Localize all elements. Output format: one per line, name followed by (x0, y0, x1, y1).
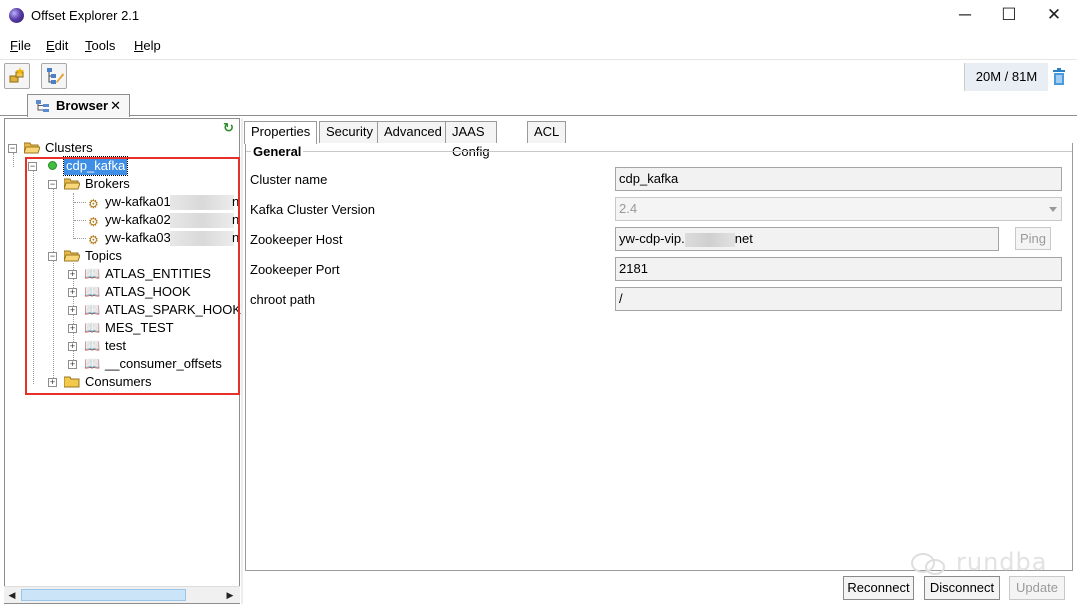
group-title-general: General (251, 144, 304, 159)
tree-edit-icon (47, 68, 64, 84)
wechat-watermark-icon (911, 553, 945, 575)
add-cluster-icon (9, 67, 24, 83)
edit-cluster-button[interactable] (41, 63, 67, 89)
memory-indicator: 20M / 81M (964, 63, 1048, 91)
tree-label: Clusters (45, 140, 93, 155)
tab-security[interactable]: Security (319, 121, 380, 143)
scroll-right-arrow-icon[interactable]: ▶ (222, 587, 238, 603)
garbage-collect-icon[interactable] (1052, 68, 1066, 85)
title-bar: Offset Explorer 2.1 ─ ☐ ✕ (0, 0, 1077, 32)
kafka-version-value: 2.4 (619, 201, 638, 216)
toolbar: 20M / 81M (0, 59, 1077, 92)
disconnect-button[interactable]: Disconnect (924, 576, 1000, 600)
tab-jaas-config[interactable]: JAAS Config (445, 121, 497, 159)
annotation-highlight-box (25, 157, 240, 395)
refresh-icon[interactable]: ↻ (223, 120, 237, 135)
tab-browser-label: Browser (56, 98, 109, 113)
minimize-button[interactable]: ─ (942, 0, 988, 32)
chroot-path-label: chroot path (250, 292, 316, 307)
tree-node-clusters[interactable]: − Clusters (8, 139, 208, 157)
maximize-button[interactable]: ☐ (986, 0, 1032, 32)
ping-button[interactable]: Ping (1015, 227, 1051, 250)
zookeeper-host-suffix: net (734, 231, 753, 246)
browser-tree-icon (36, 100, 49, 112)
reconnect-button[interactable]: Reconnect (843, 576, 914, 600)
close-button[interactable]: ✕ (1031, 0, 1077, 32)
view-tab-strip: Browser ✕ (0, 92, 1077, 117)
tab-acl[interactable]: ACL (527, 121, 567, 143)
tab-advanced[interactable]: Advanced (377, 121, 449, 143)
collapse-toggle[interactable]: − (8, 144, 17, 153)
add-cluster-button[interactable] (4, 63, 30, 89)
menu-tools[interactable]: Tools (85, 38, 115, 53)
cluster-name-label: Cluster name (250, 172, 328, 187)
zookeeper-host-prefix: yw-cdp-vip. (619, 231, 685, 246)
tab-browser[interactable]: Browser ✕ (27, 94, 130, 117)
zookeeper-port-label: Zookeeper Port (250, 262, 340, 277)
menu-bar: File Edit Tools Help (0, 32, 1077, 59)
scroll-left-arrow-icon[interactable]: ◀ (4, 587, 20, 603)
menu-file[interactable]: File (10, 38, 31, 53)
watermark-text: rundba (956, 548, 1048, 576)
split-pane-divider[interactable] (241, 118, 243, 604)
chroot-path-input[interactable]: / (615, 287, 1062, 311)
redacted-area (684, 232, 735, 247)
tab-properties[interactable]: Properties (244, 121, 318, 144)
scroll-thumb[interactable] (21, 589, 186, 601)
update-button[interactable]: Update (1009, 576, 1065, 600)
open-folder-icon (24, 142, 40, 154)
tree-horizontal-scrollbar[interactable]: ◀ ▶ (4, 586, 240, 603)
zookeeper-host-input[interactable]: yw-cdp-vip. net (615, 227, 999, 251)
tab-close-icon[interactable]: ✕ (110, 98, 121, 114)
chevron-down-icon (1049, 207, 1057, 212)
app-icon (9, 8, 24, 23)
zookeeper-port-input[interactable]: 2181 (615, 257, 1062, 281)
menu-help[interactable]: Help (134, 38, 161, 53)
version-label: Kafka Cluster Version (250, 202, 376, 217)
menu-edit[interactable]: Edit (46, 38, 68, 53)
kafka-version-select[interactable]: 2.4 (615, 197, 1062, 221)
window-title: Offset Explorer 2.1 (31, 8, 140, 23)
group-divider (246, 151, 1072, 152)
cluster-name-input[interactable]: cdp_kafka (615, 167, 1062, 191)
zookeeper-host-label: Zookeeper Host (250, 232, 343, 247)
